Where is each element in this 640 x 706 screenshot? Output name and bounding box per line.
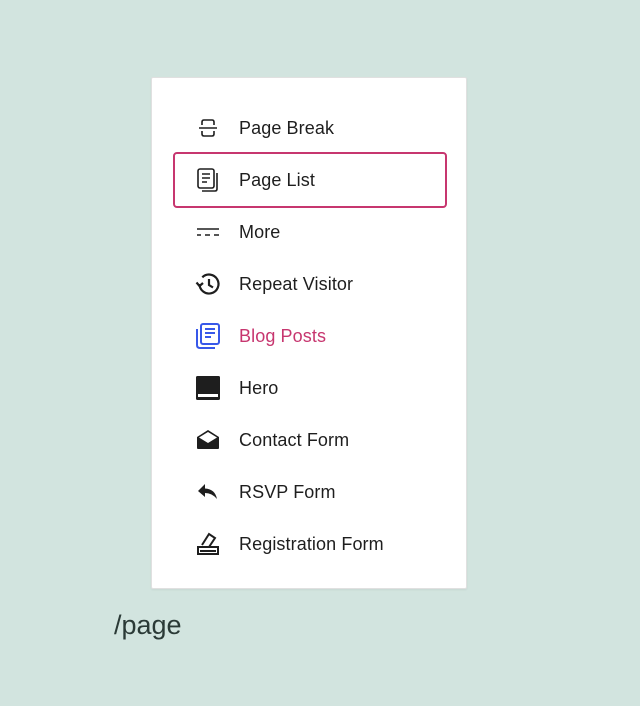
page-break-icon [193,113,223,143]
menu-item-repeat-visitor[interactable]: Repeat Visitor [173,258,447,310]
menu-item-page-break[interactable]: Page Break [173,102,447,154]
menu-item-rsvp-form[interactable]: RSVP Form [173,466,447,518]
menu-item-registration-form[interactable]: Registration Form [173,518,447,570]
menu-item-page-list[interactable]: Page List [173,152,447,208]
menu-item-label: Contact Form [239,429,350,450]
hero-icon [193,373,223,403]
history-icon [193,269,223,299]
menu-item-hero[interactable]: Hero [173,362,447,414]
menu-item-label: Repeat Visitor [239,273,354,294]
menu-item-more[interactable]: More [173,206,447,258]
menu-item-label: Hero [239,377,279,398]
slash-command-text[interactable]: /page [114,610,182,641]
menu-item-contact-form[interactable]: Contact Form [173,414,447,466]
envelope-icon [193,425,223,455]
menu-item-label: Registration Form [239,533,384,554]
menu-item-label: RSVP Form [239,481,336,502]
menu-item-blog-posts[interactable]: Blog Posts [173,310,447,362]
more-icon [193,217,223,247]
ballot-box-icon [193,529,223,559]
block-inserter-popover: Page Break Page List More Repeat Visitor… [151,77,467,589]
reply-icon [193,477,223,507]
menu-item-label: More [239,221,281,242]
menu-item-label: Page List [239,169,315,190]
page-list-icon [193,165,223,195]
menu-item-label: Page Break [239,117,335,138]
menu-item-label: Blog Posts [239,325,327,346]
blog-posts-icon [193,321,223,351]
